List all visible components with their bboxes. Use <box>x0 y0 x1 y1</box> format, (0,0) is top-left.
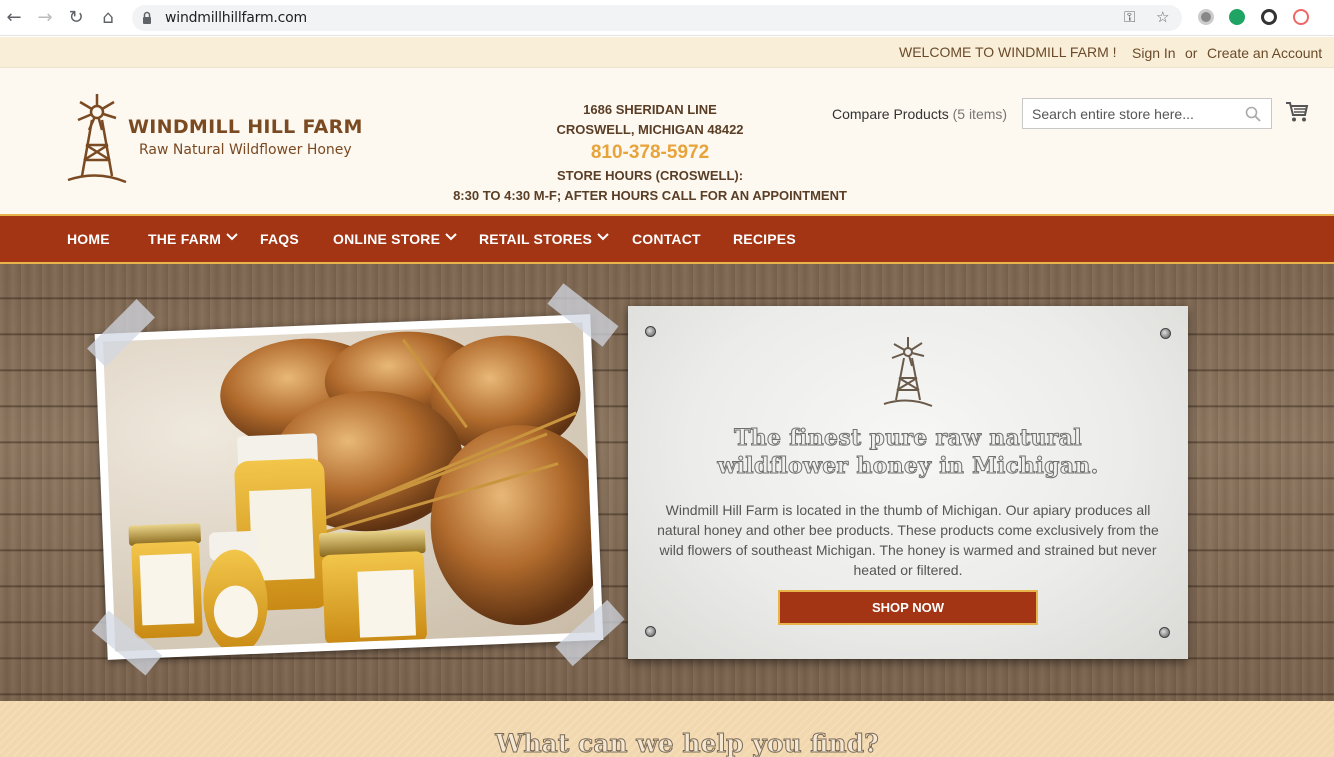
phone-number[interactable]: 810-378-5972 <box>430 140 870 166</box>
browser-toolbar: ← → ↻ ⌂ windmillhillfarm.com ⚿ ☆ <box>0 0 1334 36</box>
compare-products-link[interactable]: Compare Products (5 items) <box>832 106 1007 122</box>
bookmark-star-icon[interactable]: ☆ <box>1156 8 1169 26</box>
address-line-1: 1686 SHERIDAN LINE <box>583 102 717 117</box>
help-find-heading: What can we help you find? <box>495 729 879 757</box>
back-icon[interactable]: ← <box>4 8 24 28</box>
store-info: 1686 SHERIDAN LINE CROSWELL, MICHIGAN 48… <box>430 100 870 206</box>
address-line-2: CROSWELL, MICHIGAN 48422 <box>556 122 744 137</box>
brand-tagline: Raw Natural Wildflower Honey <box>139 142 352 158</box>
create-account-link[interactable]: Create an Account <box>1207 45 1322 61</box>
hero-photo <box>94 314 604 660</box>
compare-count: (5 items) <box>952 106 1008 122</box>
extension-icon[interactable] <box>1198 9 1214 25</box>
screw-icon <box>1159 627 1170 638</box>
screw-icon <box>645 326 656 337</box>
evernote-icon[interactable] <box>1229 9 1245 25</box>
store-hours-detail: 8:30 TO 4:30 M-F; AFTER HOURS CALL FOR A… <box>453 188 847 203</box>
reload-icon[interactable]: ↻ <box>66 8 86 28</box>
screw-icon <box>1160 328 1171 339</box>
forward-icon[interactable]: → <box>35 8 55 28</box>
url-text: windmillhillfarm.com <box>165 10 307 26</box>
nav-online-store[interactable]: ONLINE STORE <box>333 231 440 247</box>
nav-contact[interactable]: CONTACT <box>632 231 701 247</box>
chevron-down-icon[interactable] <box>445 231 457 243</box>
site-header: WINDMILL HILL FARM Raw Natural Wildflowe… <box>0 68 1334 214</box>
cart-icon[interactable] <box>1285 101 1309 123</box>
nav-recipes[interactable]: RECIPES <box>733 231 796 247</box>
or-text: or <box>1185 45 1198 61</box>
welcome-bar: WELCOME TO WINDMILL FARM ! Sign In or Cr… <box>0 37 1334 68</box>
nav-the-farm[interactable]: THE FARM <box>148 231 221 247</box>
screw-icon <box>645 626 656 637</box>
nav-faqs[interactable]: FAQS <box>260 231 299 247</box>
photo-illustration <box>128 331 596 652</box>
site-logo[interactable]: WINDMILL HILL FARM Raw Natural Wildflowe… <box>66 90 376 185</box>
nav-retail-stores[interactable]: RETAIL STORES <box>479 231 592 247</box>
sign-in-link[interactable]: Sign In <box>1132 45 1176 61</box>
compare-label: Compare Products <box>832 106 949 122</box>
hero-sign-panel: The finest pure raw natural wildflower h… <box>628 306 1188 659</box>
honey-bread-image <box>102 322 596 652</box>
store-hours-title: STORE HOURS (CROSWELL): <box>556 168 744 183</box>
nav-home[interactable]: HOME <box>67 231 110 247</box>
chevron-down-icon[interactable] <box>226 231 238 243</box>
home-icon[interactable]: ⌂ <box>98 8 118 28</box>
grammarly-icon[interactable] <box>1261 9 1277 25</box>
hero-description: Windmill Hill Farm is located in the thu… <box>657 502 1159 578</box>
search-icon[interactable] <box>1245 106 1261 122</box>
brand-name: WINDMILL HILL FARM <box>128 116 363 138</box>
windmill-logo-icon <box>67 94 127 184</box>
windmill-icon <box>883 337 933 407</box>
key-icon[interactable]: ⚿ <box>1124 8 1135 26</box>
welcome-text: WELCOME TO WINDMILL FARM ! <box>899 44 1117 60</box>
shop-now-button[interactable]: SHOP NOW <box>778 590 1038 625</box>
main-nav: HOME THE FARM FAQS ONLINE STORE RETAIL S… <box>0 214 1334 264</box>
lock-icon <box>143 11 151 24</box>
search-box <box>1022 98 1272 129</box>
chevron-down-icon[interactable] <box>597 231 609 243</box>
cast-icon[interactable] <box>1293 9 1309 25</box>
search-input[interactable] <box>1032 104 1242 124</box>
search-promo-band: What can we help you find? <box>0 701 1334 757</box>
address-bar[interactable]: windmillhillfarm.com ⚿ ☆ <box>132 5 1182 31</box>
hero-headline: The finest pure raw natural wildflower h… <box>717 425 1099 480</box>
